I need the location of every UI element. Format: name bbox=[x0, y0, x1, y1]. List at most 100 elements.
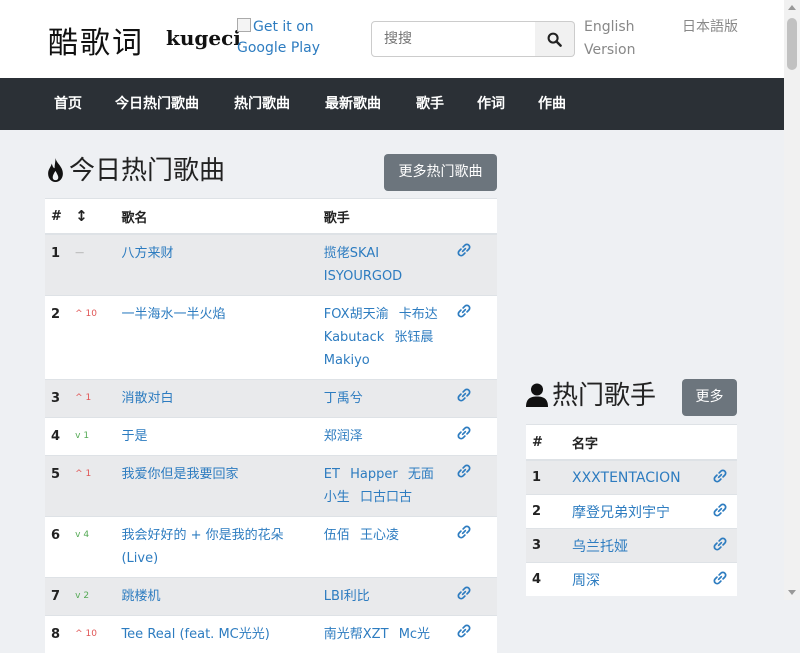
link-icon[interactable] bbox=[457, 589, 471, 604]
trend-indicator: v 1 bbox=[69, 418, 115, 456]
english-version-link[interactable]: English Version bbox=[584, 16, 654, 62]
col-num-header: # bbox=[45, 199, 69, 235]
table-row: 4 v 1 于是 郑润泽 bbox=[45, 418, 497, 456]
rank-number: 4 bbox=[526, 563, 566, 597]
trend-indicator: v 2 bbox=[69, 578, 115, 616]
song-title-link[interactable]: 跳楼机 bbox=[121, 589, 160, 604]
link-icon[interactable] bbox=[457, 429, 471, 444]
hot-artists-table: # 名字 1 XXXTENTACION 2 摩登兄弟刘宇宁 3 乌兰托娅 4 周… bbox=[526, 424, 737, 596]
table-row: 3 ^ 1 消散对白 丁禹兮 bbox=[45, 380, 497, 418]
rank-number: 2 bbox=[526, 495, 566, 529]
link-icon[interactable] bbox=[457, 307, 471, 322]
trend-indicator: v 4 bbox=[69, 517, 115, 578]
artist-link[interactable]: 揽佬SKAI ISYOURGOD bbox=[324, 246, 402, 284]
table-row: 4 周深 bbox=[526, 563, 737, 597]
col-num-header: # bbox=[526, 425, 566, 461]
table-row: 6 v 4 我会好好的 + 你是我的花朵 (Live) 伍佰 王心凌 bbox=[45, 517, 497, 578]
nav-artists[interactable]: 歌手 bbox=[416, 78, 444, 130]
trend-indicator: — bbox=[69, 234, 115, 296]
artist-link[interactable]: 伍佰 bbox=[324, 528, 350, 543]
google-play-badge[interactable]: Get it on Google Play bbox=[237, 17, 362, 59]
scroll-down-arrow-icon[interactable] bbox=[784, 584, 800, 600]
artist-link[interactable]: 郑润泽 bbox=[324, 429, 363, 444]
logo-english[interactable]: kugeci bbox=[166, 26, 241, 50]
main-nav: 首页 今日热门歌曲 热门歌曲 最新歌曲 歌手 作词 作曲 bbox=[0, 78, 784, 130]
nav-new-songs[interactable]: 最新歌曲 bbox=[325, 78, 381, 130]
table-row: 5 ^ 1 我爱你但是我要回家 ET Happer 无面小生 口古口古 bbox=[45, 456, 497, 517]
artist-link[interactable]: 丁禹兮 bbox=[324, 391, 363, 406]
song-title-link[interactable]: 我爱你但是我要回家 bbox=[121, 467, 238, 482]
table-header-row: # 名字 bbox=[526, 425, 737, 461]
nav-home[interactable]: 首页 bbox=[54, 78, 82, 130]
nav-lyricists[interactable]: 作词 bbox=[477, 78, 505, 130]
table-row: 1 XXXTENTACION bbox=[526, 460, 737, 495]
link-icon[interactable] bbox=[713, 540, 727, 555]
trend-indicator: ^ 10 bbox=[69, 296, 115, 380]
link-icon[interactable] bbox=[713, 506, 727, 521]
rank-number: 7 bbox=[45, 578, 69, 616]
link-icon[interactable] bbox=[457, 246, 471, 261]
broken-image-icon bbox=[237, 18, 251, 32]
hot-artists-heading: 热门歌手 bbox=[526, 378, 656, 414]
artist-link[interactable]: 王心凌 bbox=[360, 528, 399, 543]
artist-link[interactable]: Happer bbox=[350, 467, 398, 482]
song-title-link[interactable]: Tee Real (feat. MC光光) bbox=[121, 627, 269, 642]
table-row: 3 乌兰托娅 bbox=[526, 529, 737, 563]
table-row: 2 ^ 10 一半海水一半火焰 FOX胡天渝 卡布达Kabutack 张钰晨Ma… bbox=[45, 296, 497, 380]
logo-chinese[interactable]: 酷歌词 bbox=[48, 18, 144, 62]
table-row: 2 摩登兄弟刘宇宁 bbox=[526, 495, 737, 529]
rank-number: 5 bbox=[45, 456, 69, 517]
user-icon bbox=[526, 381, 548, 417]
artist-name-link[interactable]: XXXTENTACION bbox=[572, 470, 681, 486]
artist-link[interactable]: LBI利比 bbox=[324, 589, 370, 604]
rank-number: 2 bbox=[45, 296, 69, 380]
trend-indicator: ^ 1 bbox=[69, 380, 115, 418]
artist-link[interactable]: 口古口古 bbox=[360, 490, 412, 505]
song-title-link[interactable]: 一半海水一半火焰 bbox=[121, 307, 225, 322]
artist-name-link[interactable]: 周深 bbox=[572, 573, 600, 589]
page-scrollbar[interactable] bbox=[784, 0, 800, 600]
song-title-link[interactable]: 于是 bbox=[121, 429, 147, 444]
hot-songs-table: # ↕ 歌名 歌手 1 — 八方来财 揽佬SKAI ISYOURGOD 2 ^ … bbox=[45, 198, 497, 653]
link-icon[interactable] bbox=[457, 391, 471, 406]
more-hot-songs-button[interactable]: 更多热门歌曲 bbox=[384, 154, 497, 191]
table-header-row: # ↕ 歌名 歌手 bbox=[45, 199, 497, 235]
table-row: 1 — 八方来财 揽佬SKAI ISYOURGOD bbox=[45, 234, 497, 296]
artist-link[interactable]: ET bbox=[324, 467, 340, 482]
col-trend-header: ↕ bbox=[69, 199, 115, 235]
more-artists-button[interactable]: 更多 bbox=[682, 379, 737, 416]
artist-link[interactable]: 南光帮XZT bbox=[324, 627, 389, 642]
link-icon[interactable] bbox=[457, 528, 471, 543]
nav-hot-songs[interactable]: 热门歌曲 bbox=[234, 78, 290, 130]
col-name-header: 名字 bbox=[566, 425, 707, 461]
artist-link[interactable]: Mc光 bbox=[399, 627, 430, 642]
song-title-link[interactable]: 消散对白 bbox=[121, 391, 173, 406]
search-button[interactable] bbox=[535, 21, 575, 57]
link-icon[interactable] bbox=[457, 627, 471, 642]
link-icon[interactable] bbox=[713, 574, 727, 589]
rank-number: 4 bbox=[45, 418, 69, 456]
rank-number: 1 bbox=[526, 460, 566, 495]
hot-songs-heading: 今日热门歌曲 bbox=[46, 153, 225, 189]
search-input[interactable] bbox=[371, 21, 547, 57]
link-icon[interactable] bbox=[713, 472, 727, 487]
site-header: 酷歌词 kugeci Get it on Google Play English… bbox=[0, 0, 784, 78]
trend-indicator: ^ 1 bbox=[69, 456, 115, 517]
song-title-link[interactable]: 八方来财 bbox=[121, 246, 173, 261]
rank-number: 3 bbox=[526, 529, 566, 563]
artist-name-link[interactable]: 乌兰托娅 bbox=[572, 539, 628, 555]
nav-composers[interactable]: 作曲 bbox=[538, 78, 566, 130]
song-title-link[interactable]: 我会好好的 + 你是我的花朵 (Live) bbox=[121, 528, 283, 566]
artist-link[interactable]: FOX胡天渝 bbox=[324, 307, 389, 322]
scroll-thumb[interactable] bbox=[787, 18, 797, 70]
col-title-header: 歌名 bbox=[115, 199, 317, 235]
table-row: 7 v 2 跳楼机 LBI利比 bbox=[45, 578, 497, 616]
hot-artists-title: 热门歌手 bbox=[552, 381, 656, 411]
japanese-version-link[interactable]: 日本語版 bbox=[682, 16, 742, 39]
scroll-up-arrow-icon[interactable] bbox=[784, 0, 800, 16]
trend-indicator: ^ 10 bbox=[69, 616, 115, 653]
link-icon[interactable] bbox=[457, 467, 471, 482]
table-row: 8 ^ 10 Tee Real (feat. MC光光) 南光帮XZT Mc光 bbox=[45, 616, 497, 653]
nav-today-hot-songs[interactable]: 今日热门歌曲 bbox=[115, 78, 199, 130]
artist-name-link[interactable]: 摩登兄弟刘宇宁 bbox=[572, 505, 670, 521]
